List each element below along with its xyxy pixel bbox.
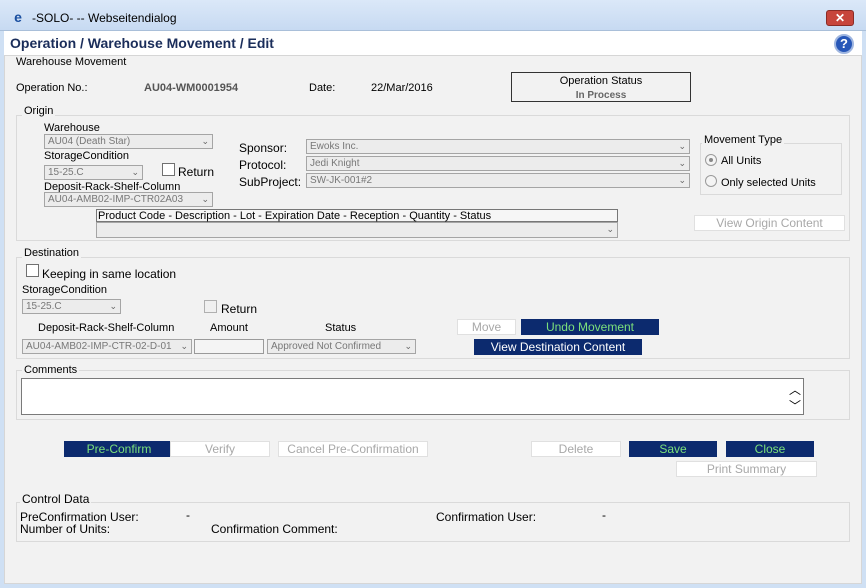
chevron-down-icon: ⌄	[678, 141, 686, 151]
operation-no-value: AU04-WM0001954	[144, 82, 239, 94]
movement-type-legend: Movement Type	[702, 134, 785, 146]
dest-storage-label: StorageCondition	[22, 284, 108, 296]
amount-label: Amount	[210, 322, 248, 334]
origin-drsc-value: AU04-AMB02-IMP-CTR02A03	[48, 194, 184, 205]
pre-confirm-button[interactable]: Pre-Confirm	[64, 441, 174, 457]
chevron-down-icon: ⌄	[606, 224, 614, 234]
dest-return-checkbox[interactable]	[204, 300, 217, 313]
print-summary-button[interactable]: Print Summary	[676, 461, 817, 477]
origin-drsc-select[interactable]: AU04-AMB02-IMP-CTR02A03 ⌄	[44, 192, 213, 207]
subproject-label: SubProject:	[239, 175, 302, 189]
close-button[interactable]: Close	[726, 441, 814, 457]
close-window-icon[interactable]: ✕	[826, 10, 854, 26]
keeping-same-location-checkbox[interactable]	[26, 264, 39, 277]
protocol-select[interactable]: Jedi Knight ⌄	[306, 156, 690, 171]
number-of-units-label: Number of Units:	[20, 522, 111, 536]
cancel-pre-confirmation-button[interactable]: Cancel Pre-Confirmation	[278, 441, 428, 457]
operation-status-value: In Process	[575, 90, 627, 101]
only-selected-units-label: Only selected Units	[721, 177, 816, 189]
dest-storage-select[interactable]: 15-25.C ⌄	[22, 299, 121, 314]
move-button[interactable]: Move	[457, 319, 516, 335]
undo-movement-button[interactable]: Undo Movement	[521, 319, 659, 335]
control-data-legend: Control Data	[20, 492, 92, 506]
dest-drsc-label: Deposit-Rack-Shelf-Column	[38, 322, 175, 334]
dest-drsc-select[interactable]: AU04-AMB02-IMP-CTR-02-D-01 ⌄	[22, 339, 192, 354]
preconfirmation-user-value: -	[186, 508, 190, 522]
chevron-down-icon: ⌄	[180, 341, 188, 351]
sponsor-select[interactable]: Ewoks Inc. ⌄	[306, 139, 690, 154]
origin-warehouse-value: AU04 (Death Star)	[48, 136, 131, 147]
origin-return-checkbox[interactable]	[162, 163, 175, 176]
all-units-label: All Units	[721, 155, 762, 167]
comments-legend: Comments	[22, 364, 80, 376]
save-button[interactable]: Save	[629, 441, 717, 457]
keeping-same-location-label: Keeping in same location	[42, 267, 177, 281]
origin-return-label: Return	[178, 165, 215, 179]
origin-storage-label: StorageCondition	[44, 150, 130, 162]
origin-warehouse-label: Warehouse	[44, 122, 100, 134]
help-icon[interactable]: ?	[834, 34, 854, 54]
chevron-down-icon: ⌄	[678, 175, 686, 185]
comments-textarea[interactable]	[21, 378, 804, 415]
all-units-radio[interactable]	[705, 154, 717, 166]
dest-drsc-value: AU04-AMB02-IMP-CTR-02-D-01	[26, 341, 172, 352]
subproject-value: SW-JK-001#2	[310, 175, 373, 186]
product-list-header-text: Product Code - Description - Lot - Expir…	[98, 210, 492, 222]
window-title: -SOLO- -- Webseitendialog	[32, 11, 177, 25]
view-origin-content-button[interactable]: View Origin Content	[694, 215, 845, 231]
delete-button[interactable]: Delete	[531, 441, 621, 457]
date-value: 22/Mar/2016	[371, 82, 433, 94]
chevron-down-icon: ⌄	[678, 158, 686, 168]
dest-status-select[interactable]: Approved Not Confirmed ⌄	[267, 339, 416, 354]
origin-storage-value: 15-25.C	[48, 167, 84, 178]
page-title: Operation / Warehouse Movement / Edit	[10, 35, 274, 51]
chevron-down-icon: ⌄	[201, 136, 209, 146]
date-label: Date:	[309, 82, 336, 94]
product-list-select[interactable]: ⌄	[96, 222, 618, 238]
origin-warehouse-select[interactable]: AU04 (Death Star) ⌄	[44, 134, 213, 149]
sponsor-label: Sponsor:	[239, 141, 288, 155]
protocol-label: Protocol:	[239, 158, 287, 172]
chevron-down-icon: ⌄	[201, 194, 209, 204]
protocol-value: Jedi Knight	[310, 158, 360, 169]
confirmation-user-label: Confirmation User:	[436, 510, 537, 524]
operation-status-label: Operation Status	[559, 75, 643, 87]
chevron-down-icon: ⌄	[109, 301, 117, 311]
scroll-down-icon[interactable]: ﹀	[789, 397, 801, 414]
destination-legend: Destination	[22, 247, 82, 259]
chevron-down-icon: ⌄	[131, 167, 139, 177]
subproject-select[interactable]: SW-JK-001#2 ⌄	[306, 173, 690, 188]
control-data-fieldset	[16, 502, 850, 542]
ie-icon: e	[14, 9, 22, 25]
dest-status-value: Approved Not Confirmed	[271, 341, 382, 352]
scroll-up-icon[interactable]: ︿	[789, 381, 801, 398]
confirmation-comment-label: Confirmation Comment:	[211, 522, 338, 536]
only-selected-units-radio[interactable]	[705, 175, 717, 187]
operation-no-label: Operation No.:	[16, 82, 88, 94]
chevron-down-icon: ⌄	[404, 341, 412, 351]
dest-storage-value: 15-25.C	[26, 301, 62, 312]
confirmation-user-value: -	[602, 508, 606, 522]
origin-storage-select[interactable]: 15-25.C ⌄	[44, 165, 143, 180]
origin-legend: Origin	[22, 105, 56, 117]
dest-return-label: Return	[221, 302, 258, 316]
section-title: Warehouse Movement	[16, 56, 127, 68]
amount-input[interactable]	[194, 339, 264, 354]
verify-button[interactable]: Verify	[170, 441, 270, 457]
dest-status-label: Status	[325, 322, 357, 334]
view-destination-content-button[interactable]: View Destination Content	[474, 339, 642, 355]
sponsor-value: Ewoks Inc.	[310, 141, 359, 152]
